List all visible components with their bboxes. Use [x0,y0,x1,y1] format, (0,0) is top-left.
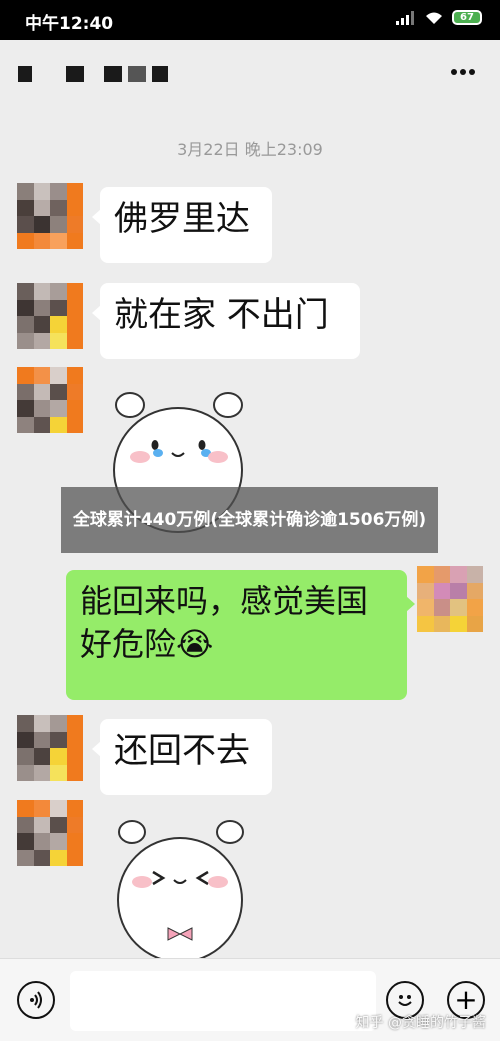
plus-icon: + [454,983,478,1016]
more-icon[interactable] [450,68,476,76]
redacted-block [66,66,84,82]
message-bubble[interactable]: 佛罗里达 [92,187,272,263]
redacted-block [18,66,32,82]
chat-header [0,40,500,112]
message-text: 就在家 不出门 [114,295,329,335]
message-bubble[interactable]: 就在家 不出门 [92,283,360,359]
battery-icon: 67 [452,10,482,25]
chat-timestamp: 3月22日 晚上23:09 [177,140,323,159]
chat-title-redacted [18,66,168,82]
wifi-icon [426,12,442,24]
redacted-block [104,66,122,82]
watermark: 知乎 @贪睡的竹子酱 [355,1015,486,1031]
signal-icon [396,10,414,25]
bear-sticker[interactable] [108,810,258,958]
contact-avatar[interactable] [17,367,83,433]
redacted-block [128,66,146,82]
voice-icon [30,991,42,1009]
redacted-block [152,66,168,82]
message-text: 还回不去 [114,731,250,771]
contact-avatar[interactable] [17,183,83,249]
status-icons: 67 [396,10,482,25]
contact-avatar[interactable] [17,715,83,781]
message-bubble-self[interactable]: 能回来吗，感觉美国好危险😭 [66,570,415,700]
emoji-icon [398,995,412,1006]
contact-avatar[interactable] [17,283,83,349]
self-avatar[interactable] [417,566,483,632]
message-text: 佛罗里达 [114,199,250,239]
message-bubble[interactable]: 还回不去 [92,719,272,795]
news-caption: 全球累计440万例(全球累计确诊逾1506万例) [61,487,438,553]
voice-button[interactable] [17,981,55,1019]
status-time: 中午12:40 [25,14,114,34]
message-input[interactable] [70,971,376,1031]
status-bar: 中午12:40 67 [0,0,500,40]
battery-level: 67 [460,12,474,23]
contact-avatar[interactable] [17,800,83,866]
message-text: 能回来吗，感觉美国好危险😭 [80,582,369,664]
